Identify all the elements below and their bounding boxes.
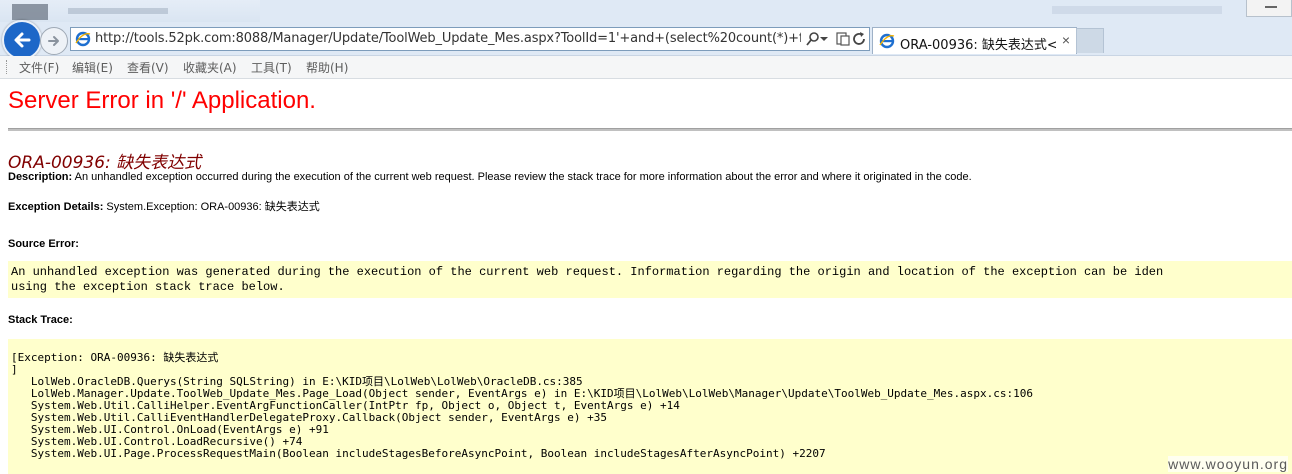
source-error-box: An unhandled exception was generated dur… <box>8 261 1292 298</box>
close-icon[interactable]: × <box>1062 32 1070 48</box>
source-error-line: An unhandled exception was generated dur… <box>11 265 1164 279</box>
description-text: An unhandled exception occurred during t… <box>72 171 972 183</box>
ie-logo-icon <box>75 31 91 47</box>
page-title: Server Error in '/' Application. <box>8 87 316 114</box>
exception-details: Exception Details: System.Exception: ORA… <box>8 198 320 214</box>
window-minimize-button[interactable] <box>1246 0 1292 17</box>
blurred-toolbar-icons <box>1052 6 1222 14</box>
forward-button[interactable] <box>40 27 68 55</box>
forward-arrow-icon <box>48 36 59 46</box>
compat-icon[interactable] <box>835 31 851 47</box>
tab-title: ORA-00936: 缺失表达式<... <box>900 38 1056 53</box>
back-button[interactable] <box>2 20 42 60</box>
menu-view[interactable]: 查看(V) <box>127 59 169 76</box>
menu-edit[interactable]: 编辑(E) <box>72 59 113 76</box>
blurred-tab-icon <box>12 4 48 20</box>
address-bar[interactable]: http://tools.52pk.com:8088/Manager/Updat… <box>70 27 870 51</box>
menu-help[interactable]: 帮助(H) <box>306 59 348 76</box>
browser-chrome: http://tools.52pk.com:8088/Manager/Updat… <box>0 0 1292 60</box>
stack-trace-heading: Stack Trace: <box>8 314 73 326</box>
page-content: Server Error in '/' Application. ORA-009… <box>0 79 1292 474</box>
source-error-heading: Source Error: <box>8 238 79 250</box>
ie-logo-icon <box>879 33 895 49</box>
menu-tools[interactable]: 工具(T) <box>251 59 292 76</box>
dropdown-icon[interactable] <box>819 31 829 47</box>
back-arrow-icon <box>14 32 31 48</box>
stack-line: [Exception: ORA-00936: 缺失表达式 <box>11 351 219 364</box>
source-error-line: using the exception stack trace below. <box>11 280 285 294</box>
description: Description: An unhandled exception occu… <box>8 171 972 183</box>
stack-trace-box: [Exception: ORA-00936: 缺失表达式 ] LolWeb.Or… <box>8 339 1292 474</box>
blurred-background-tab <box>0 0 260 22</box>
address-url[interactable]: http://tools.52pk.com:8088/Manager/Updat… <box>95 31 801 47</box>
error-title: ORA-00936: 缺失表达式 <box>8 153 202 173</box>
new-tab-button[interactable] <box>1076 28 1104 53</box>
menu-file[interactable]: 文件(F) <box>19 59 59 76</box>
exception-text: System.Exception: ORA-00936: 缺失表达式 <box>103 201 320 213</box>
stack-line: System.Web.UI.Page.ProcessRequestMain(Bo… <box>11 447 826 460</box>
exception-label: Exception Details: <box>8 201 104 213</box>
description-label: Description: <box>8 171 73 183</box>
menu-bar: 文件(F) 编辑(E) 查看(V) 收藏夹(A) 工具(T) 帮助(H) <box>0 56 1292 79</box>
menu-favorites[interactable]: 收藏夹(A) <box>183 59 237 76</box>
blurred-tab-text <box>68 8 168 14</box>
divider <box>8 128 1292 131</box>
menu-grip <box>6 60 9 74</box>
refresh-icon[interactable] <box>851 31 867 47</box>
watermark: www.wooyun.org <box>1168 456 1288 472</box>
tab-active[interactable]: ORA-00936: 缺失表达式<... × <box>872 27 1077 54</box>
